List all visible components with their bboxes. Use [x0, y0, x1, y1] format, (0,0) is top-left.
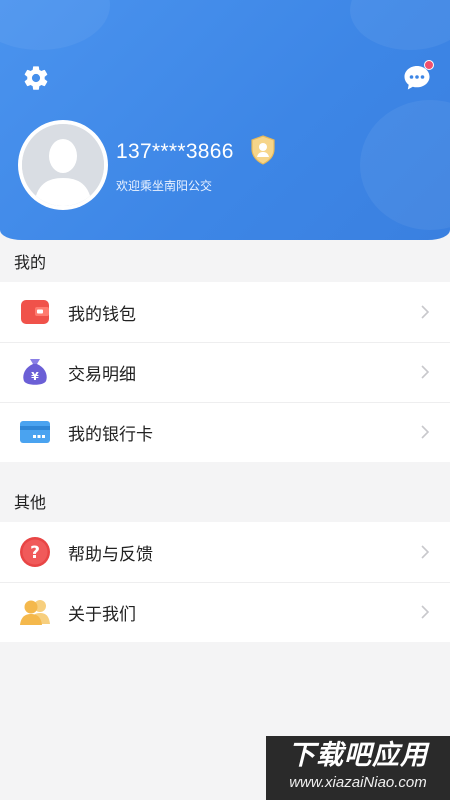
money-bag-icon: ¥: [18, 355, 52, 389]
wallet-icon: [18, 295, 52, 329]
verified-shield-icon: [250, 135, 276, 165]
unread-dot: [424, 60, 434, 70]
decorative-bubble: [360, 100, 450, 230]
decorative-bubble: [0, 0, 110, 50]
chevron-right-icon: [421, 545, 430, 559]
settings-button[interactable]: [22, 64, 50, 92]
section-title-other: 其他: [14, 495, 47, 512]
menu-item-label: 我的银行卡: [68, 424, 153, 444]
menu-item-label: 我的钱包: [68, 304, 136, 324]
section-title-mine: 我的: [14, 255, 47, 272]
menu-item-label: 关于我们: [68, 604, 136, 624]
avatar-placeholder: [22, 124, 104, 206]
watermark: 下载吧应用 www.xiazaiNiao.com: [266, 736, 450, 800]
chevron-right-icon: [421, 305, 430, 319]
menu-item-label: 交易明细: [68, 364, 136, 384]
mine-menu-group: 我的钱包 ¥ 交易明细 我的银行卡: [0, 282, 450, 462]
avatar[interactable]: [18, 120, 108, 210]
users-icon: [18, 595, 52, 629]
menu-item-help-feedback[interactable]: ? 帮助与反馈: [0, 522, 450, 582]
gear-icon: [24, 66, 48, 90]
profile-header: 137****3866 欢迎乘坐南阳公交: [0, 0, 450, 240]
chevron-right-icon: [421, 425, 430, 439]
svg-text:¥: ¥: [31, 370, 39, 383]
decorative-bubble: [350, 0, 450, 50]
watermark-url: www.xiazaiNiao.com: [289, 774, 427, 791]
bank-card-icon: [18, 415, 52, 449]
welcome-text: 欢迎乘坐南阳公交: [116, 179, 213, 193]
other-menu-group: ? 帮助与反馈 关于我们: [0, 522, 450, 642]
menu-item-bank-card[interactable]: 我的银行卡: [0, 402, 450, 462]
user-silhouette-icon: [22, 124, 104, 206]
menu-item-label: 帮助与反馈: [68, 544, 153, 564]
menu-item-wallet[interactable]: 我的钱包: [0, 282, 450, 342]
menu-item-transactions[interactable]: ¥ 交易明细: [0, 342, 450, 402]
watermark-title: 下载吧应用: [288, 740, 428, 770]
chevron-right-icon: [421, 605, 430, 619]
menu-item-about-us[interactable]: 关于我们: [0, 582, 450, 642]
help-icon: ?: [18, 535, 52, 569]
phone-number: 137****3866: [116, 140, 234, 163]
chevron-right-icon: [421, 365, 430, 379]
svg-text:?: ?: [30, 543, 40, 563]
